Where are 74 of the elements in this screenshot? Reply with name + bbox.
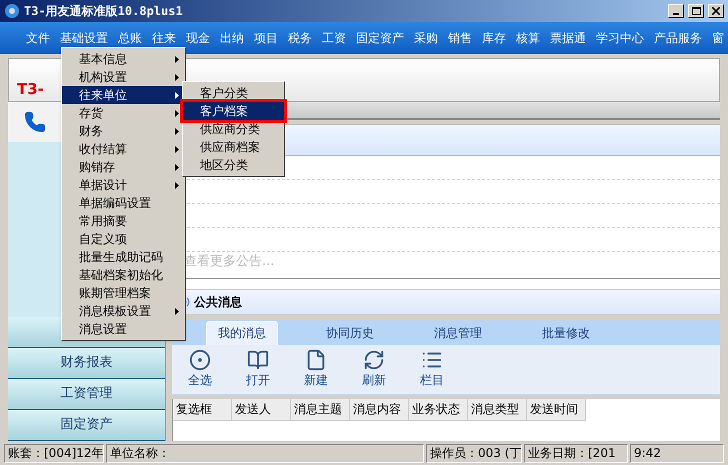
book-icon [247, 349, 269, 371]
menu-entry[interactable]: 常用摘要 [62, 212, 185, 230]
menu-item[interactable]: 核算 [516, 29, 540, 47]
menu-item[interactable]: 出纳 [220, 29, 244, 47]
close-icon [712, 7, 720, 15]
menu-entry[interactable]: 单据设计 [62, 176, 185, 194]
status-field: 操作员：003 (丁 [426, 444, 522, 462]
tab[interactable]: 消息管理 [422, 320, 494, 344]
maximize-button[interactable] [688, 4, 704, 18]
minimize-button[interactable] [668, 4, 684, 18]
menu-item[interactable]: 学习中心 [596, 29, 644, 47]
menu-item[interactable]: 销售 [448, 29, 472, 47]
menu-item[interactable]: 总账 [118, 29, 142, 47]
menu-entry[interactable]: 供应商档案 [183, 138, 284, 156]
toolbar-button[interactable]: 栏目 [408, 346, 456, 392]
toolbar-button[interactable]: 打开 [234, 346, 282, 392]
menu-item[interactable]: 固定资产 [356, 29, 404, 47]
column-header[interactable]: 消息类型 [468, 398, 527, 420]
sidebar-item[interactable]: 财务报表 [8, 348, 165, 379]
menu-entry[interactable]: 收付结算 [62, 140, 185, 158]
menu-item[interactable]: 工资 [322, 29, 346, 47]
status-field: 业务日期：[201 [524, 444, 628, 462]
menu-entry[interactable]: 财务 [62, 122, 185, 140]
menu-item[interactable]: 往来 [152, 29, 176, 47]
logo: T3- [17, 82, 44, 97]
messages-title: 公共消息 [194, 294, 242, 310]
status-field: 账套：[004]12年 [4, 444, 104, 462]
menu-item[interactable]: 基础设置 [60, 29, 108, 47]
menu-entry[interactable]: 地区分类 [183, 156, 284, 174]
tab[interactable]: 协同历史 [314, 320, 386, 344]
column-header[interactable]: 消息主题 [291, 398, 350, 420]
column-header[interactable]: 发送人 [232, 398, 291, 420]
column-header[interactable]: 复选框 [173, 398, 232, 420]
document-icon [305, 349, 327, 371]
toolbar-button[interactable]: 全选 [176, 346, 224, 392]
menu-item[interactable]: 采购 [414, 29, 438, 47]
menu-item[interactable]: 项目 [254, 29, 278, 47]
menu-entry[interactable]: 购销存 [62, 158, 185, 176]
menu-entry[interactable]: 单据编码设置 [62, 194, 185, 212]
menu-entry[interactable]: 存货 [62, 104, 185, 122]
menu-item[interactable]: 现金 [186, 29, 210, 47]
column-header[interactable]: 消息内容 [350, 398, 409, 420]
menu-entry[interactable]: 消息设置 [62, 320, 185, 338]
tab[interactable]: 我的消息 [206, 320, 278, 344]
sidebar-item[interactable]: 工资管理 [8, 379, 165, 410]
menu-entry[interactable]: 客户档案 [183, 102, 284, 120]
menu-entry[interactable]: 基本信息 [62, 50, 185, 68]
menu-item[interactable]: 税务 [288, 29, 312, 47]
toolbar-button[interactable]: 刷新 [350, 346, 398, 392]
menu-entry[interactable]: 消息模板设置 [62, 302, 185, 320]
sidebar-item[interactable]: 固定资产 [8, 410, 165, 441]
close-button[interactable] [708, 4, 724, 18]
app-icon [4, 3, 20, 19]
status-field: 9:42 [630, 444, 724, 462]
column-header[interactable]: 发送时间 [527, 398, 586, 420]
menu-item[interactable]: 库存 [482, 29, 506, 47]
menu-entry[interactable]: 账期管理档案 [62, 284, 185, 302]
toolbar-button[interactable]: 新建 [292, 346, 340, 392]
phone-icon [24, 111, 46, 133]
column-header[interactable]: 业务状态 [409, 398, 468, 420]
menu-item[interactable]: 产品服务 [654, 29, 702, 47]
refresh-icon [363, 349, 385, 371]
menu-entry[interactable]: 客户分类 [183, 84, 284, 102]
menu-entry[interactable]: 自定义项 [62, 230, 185, 248]
menu-entry[interactable]: 往来单位 [62, 86, 185, 104]
menu-item[interactable]: 文件 [26, 29, 50, 47]
menu-item[interactable]: 窗 [712, 29, 724, 47]
status-field: 单位名称： [106, 444, 424, 462]
tab[interactable]: 批量修改 [530, 320, 602, 344]
menu-item[interactable]: 票据通 [550, 29, 586, 47]
radio-icon [189, 349, 211, 371]
menu-entry[interactable]: 供应商分类 [183, 120, 284, 138]
menu-entry[interactable]: 机构设置 [62, 68, 185, 86]
window-title: T3-用友通标准版10.8plus1 [24, 3, 183, 20]
